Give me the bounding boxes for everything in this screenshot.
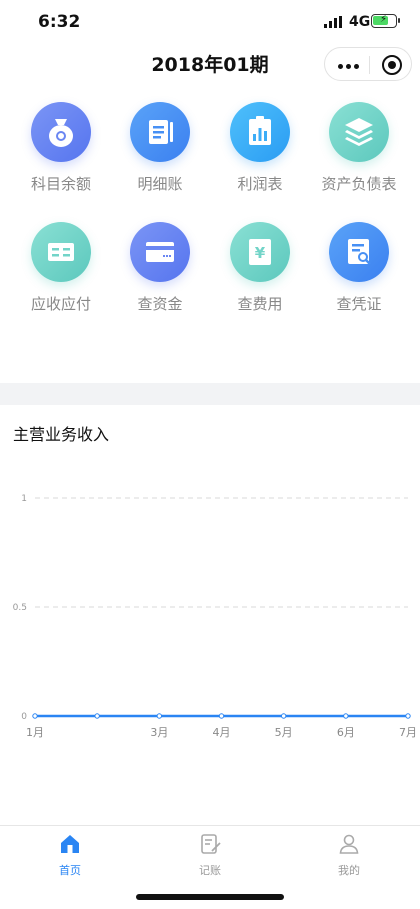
mini-program-capsule xyxy=(324,47,412,81)
menu-item-vouchers[interactable]: 查凭证 xyxy=(309,222,409,314)
tab-bookkeeping[interactable]: 记账 xyxy=(160,832,260,878)
menu-label: 应收应付 xyxy=(30,295,91,313)
edit-note-icon xyxy=(201,834,221,854)
menu-item-ledger[interactable]: 明细账 xyxy=(110,102,210,194)
home-indicator xyxy=(136,894,284,900)
x-tick-label: 1月 xyxy=(26,726,44,739)
ledger-icon xyxy=(149,120,173,144)
y-tick-label: 0.5 xyxy=(13,603,27,613)
x-tick-label: 3月 xyxy=(150,726,168,739)
screen: 6:32 4G ⚡ 2018年01期 科目余额 明细账 利润表 资产负债表 应收… xyxy=(0,0,420,909)
tab-label: 记账 xyxy=(199,864,221,877)
data-point xyxy=(405,713,411,719)
data-point xyxy=(94,713,100,719)
credit-card-icon xyxy=(146,242,174,262)
menu-label: 科目余额 xyxy=(30,175,91,193)
tab-label: 我的 xyxy=(338,864,360,877)
capsule-divider xyxy=(369,56,370,74)
document-search-icon xyxy=(348,239,371,265)
more-dots-icon[interactable] xyxy=(338,64,360,69)
section-divider xyxy=(0,383,420,405)
menu-label: 查凭证 xyxy=(336,295,382,313)
bar-chart-icon xyxy=(249,116,271,145)
menu-item-account-balance[interactable]: 科目余额 xyxy=(11,102,111,194)
data-point xyxy=(280,713,287,719)
data-point xyxy=(218,713,225,719)
status-bar: 6:32 4G ⚡ xyxy=(0,0,420,44)
x-tick-label: 4月 xyxy=(213,726,231,739)
y-tick-label: 0 xyxy=(21,712,27,722)
layers-icon xyxy=(345,118,373,146)
target-icon[interactable] xyxy=(382,55,402,75)
x-tick-label: 5月 xyxy=(275,726,293,739)
menu-item-income-statement[interactable]: 利润表 xyxy=(210,102,310,194)
home-icon xyxy=(61,835,79,853)
network-label: 4G xyxy=(349,14,371,30)
tab-profile[interactable]: 我的 xyxy=(299,832,399,878)
data-point xyxy=(156,713,163,719)
signal-icon xyxy=(324,16,342,28)
menu-item-receivables-payables[interactable]: 应收应付 xyxy=(11,222,111,314)
menu-label: 利润表 xyxy=(237,175,283,193)
menu-label: 明细账 xyxy=(137,175,183,193)
x-tick-label: 6月 xyxy=(337,726,355,739)
status-time: 6:32 xyxy=(38,12,81,32)
user-icon xyxy=(339,834,359,854)
yen-icon: ¥ xyxy=(249,239,271,265)
svg-text:¥: ¥ xyxy=(255,244,266,262)
data-point xyxy=(343,713,349,719)
list-card-icon xyxy=(48,243,74,261)
data-point xyxy=(32,713,38,719)
y-tick-label: 1 xyxy=(21,494,27,504)
x-tick-label: 7月 xyxy=(399,726,417,739)
menu-label: 资产负债表 xyxy=(321,175,397,193)
money-bag-icon xyxy=(49,119,73,147)
tab-label: 首页 xyxy=(59,864,81,877)
revenue-line-chart: 1 0.5 0 1月 3月 4月 5月 6月 7月 xyxy=(13,494,417,739)
menu-label: 查资金 xyxy=(137,295,183,313)
menu-item-funds[interactable]: 查资金 xyxy=(110,222,210,314)
section-title: 主营业务收入 xyxy=(13,425,110,444)
menu-item-expenses[interactable]: ¥ 查费用 xyxy=(210,222,310,314)
tab-home[interactable]: 首页 xyxy=(20,832,120,878)
battery-icon: ⚡ xyxy=(371,14,400,28)
menu-item-balance-sheet[interactable]: 资产负债表 xyxy=(309,102,409,194)
menu-label: 查费用 xyxy=(237,295,283,313)
